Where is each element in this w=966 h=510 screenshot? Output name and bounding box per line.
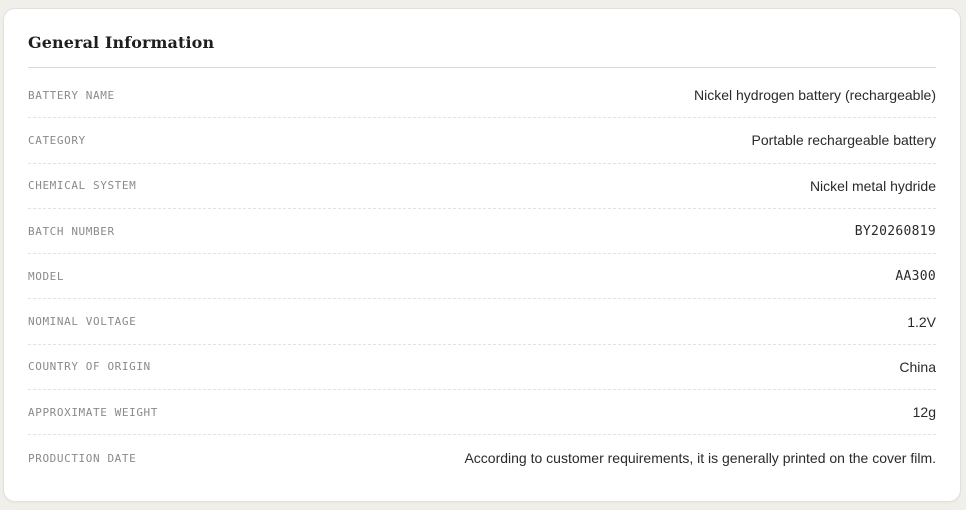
category-label: CATEGORY [28, 133, 86, 147]
nominal-voltage-label: NOMINAL VOLTAGE [28, 315, 137, 329]
approximate-weight-label: APPROXIMATE WEIGHT [28, 405, 159, 419]
approximate-weight-value: 12g [912, 404, 936, 421]
chemical-system-value: Nickel metal hydride [809, 177, 936, 194]
general-information-card: General Information BATTERY NAME Nickel … [3, 8, 961, 502]
category-value: Portable rechargeable battery [751, 132, 936, 149]
info-list: BATTERY NAME Nickel hydrogen battery (re… [28, 73, 936, 481]
chemical-system-label: CHEMICAL SYSTEM [28, 179, 137, 193]
info-row-approximate-weight: APPROXIMATE WEIGHT 12g [28, 390, 936, 436]
model-label: MODEL [28, 269, 65, 283]
info-row-chemical-system: CHEMICAL SYSTEM Nickel metal hydride [28, 164, 936, 209]
info-row-model: MODEL AA300 [28, 254, 936, 300]
info-row-category: CATEGORY Portable rechargeable battery [28, 118, 936, 164]
country-of-origin-value: China [899, 358, 936, 375]
info-row-batch-number: BATCH NUMBER BY20260819 [28, 209, 936, 255]
model-value: AA300 [895, 268, 936, 284]
production-date-value: According to customer requirements, it i… [464, 450, 936, 467]
info-row-country-of-origin: COUNTRY OF ORIGIN China [28, 345, 936, 391]
info-row-nominal-voltage: NOMINAL VOLTAGE 1.2V [28, 299, 936, 345]
batch-number-label: BATCH NUMBER [28, 224, 115, 238]
battery-name-value: Nickel hydrogen battery (rechargeable) [693, 87, 936, 104]
batch-number-value: BY20260819 [854, 223, 936, 239]
info-row-production-date: PRODUCTION DATE According to customer re… [28, 435, 936, 480]
info-row-battery-name: BATTERY NAME Nickel hydrogen battery (re… [28, 73, 936, 119]
nominal-voltage-value: 1.2V [907, 313, 936, 330]
section-title: General Information [28, 33, 215, 52]
country-of-origin-label: COUNTRY OF ORIGIN [28, 360, 151, 374]
title-divider [28, 67, 936, 68]
battery-name-label: BATTERY NAME [28, 88, 115, 102]
production-date-label: PRODUCTION DATE [28, 451, 137, 465]
